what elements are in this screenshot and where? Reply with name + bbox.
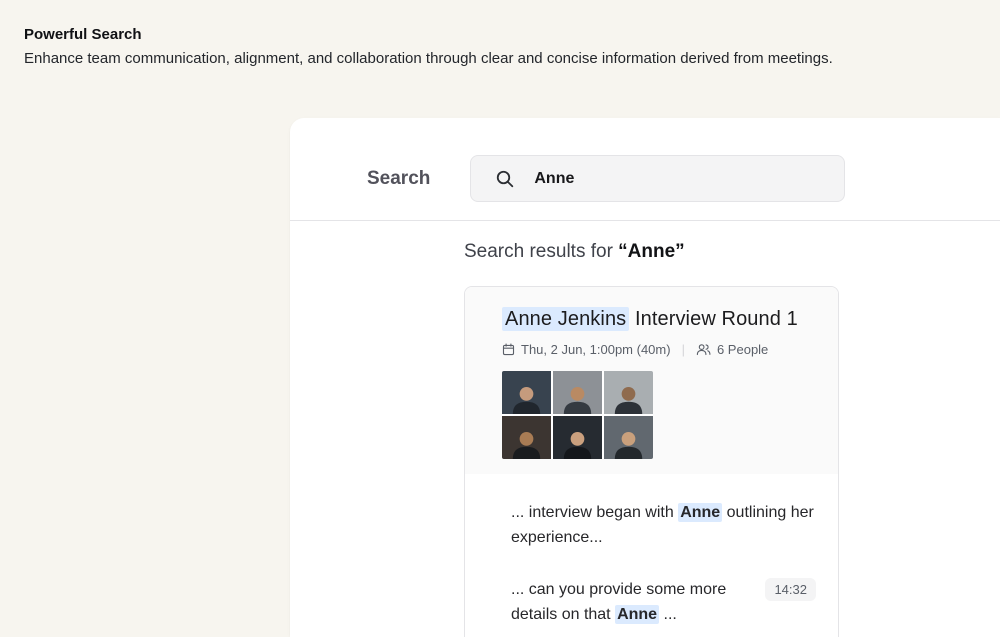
thumbnail-participant bbox=[553, 416, 602, 459]
thumbnail-participant bbox=[553, 371, 602, 414]
snippet[interactable]: ... interview began with Anne outlining … bbox=[511, 500, 816, 550]
result-body: ... interview began with Anne outlining … bbox=[465, 474, 838, 637]
snippet-highlight: Anne bbox=[678, 503, 723, 522]
results-query: “Anne” bbox=[618, 241, 685, 262]
snippet-text: ... interview began with bbox=[511, 504, 679, 521]
meeting-thumbnail[interactable] bbox=[502, 371, 653, 459]
result-meta: Thu, 2 Jun, 1:00pm (40m) | 6 People bbox=[502, 342, 818, 357]
snippet-highlight: Anne bbox=[615, 605, 660, 624]
result-header: Anne Jenkins Interview Round 1 Thu, 2 Ju… bbox=[465, 287, 838, 474]
page-header: Powerful Search Enhance team communicati… bbox=[24, 26, 974, 67]
snippet-row: ... can you provide some more details on… bbox=[511, 577, 816, 627]
thumbnail-participant bbox=[502, 416, 551, 459]
search-row: Search Anne bbox=[290, 118, 1000, 202]
results-heading: Search results for “Anne” bbox=[464, 241, 1000, 263]
title-rest: Interview Round 1 bbox=[629, 308, 798, 330]
title-highlight: Anne Jenkins bbox=[502, 307, 630, 331]
search-label: Search bbox=[367, 167, 431, 189]
calendar-icon bbox=[502, 343, 515, 356]
results-prefix: Search results for bbox=[464, 241, 619, 262]
thumbnail-participant bbox=[604, 416, 653, 459]
people-icon bbox=[696, 344, 711, 356]
people-count: 6 People bbox=[716, 342, 769, 357]
page-subtitle: Enhance team communication, alignment, a… bbox=[24, 50, 833, 67]
meeting-datetime: Thu, 2 Jun, 1:00pm (40m) bbox=[521, 342, 671, 357]
snippet[interactable]: ... can you provide some more details on… bbox=[511, 577, 755, 627]
page-title: Powerful Search bbox=[24, 26, 142, 43]
snippet-text: ... bbox=[659, 606, 677, 623]
search-panel: Search Anne Search results for “Anne” An… bbox=[290, 118, 1000, 637]
timestamp-badge[interactable]: 14:32 bbox=[765, 578, 816, 601]
thumbnail-participant bbox=[502, 371, 551, 414]
result-title[interactable]: Anne Jenkins Interview Round 1 bbox=[502, 305, 818, 333]
meta-separator: | bbox=[681, 342, 685, 357]
search-icon bbox=[497, 170, 514, 187]
panel-divider bbox=[290, 220, 1000, 221]
search-query-text: Anne bbox=[534, 169, 575, 187]
thumbnail-participant bbox=[604, 371, 653, 414]
search-input[interactable]: Anne bbox=[470, 155, 846, 202]
result-card[interactable]: Anne Jenkins Interview Round 1 Thu, 2 Ju… bbox=[464, 286, 839, 637]
